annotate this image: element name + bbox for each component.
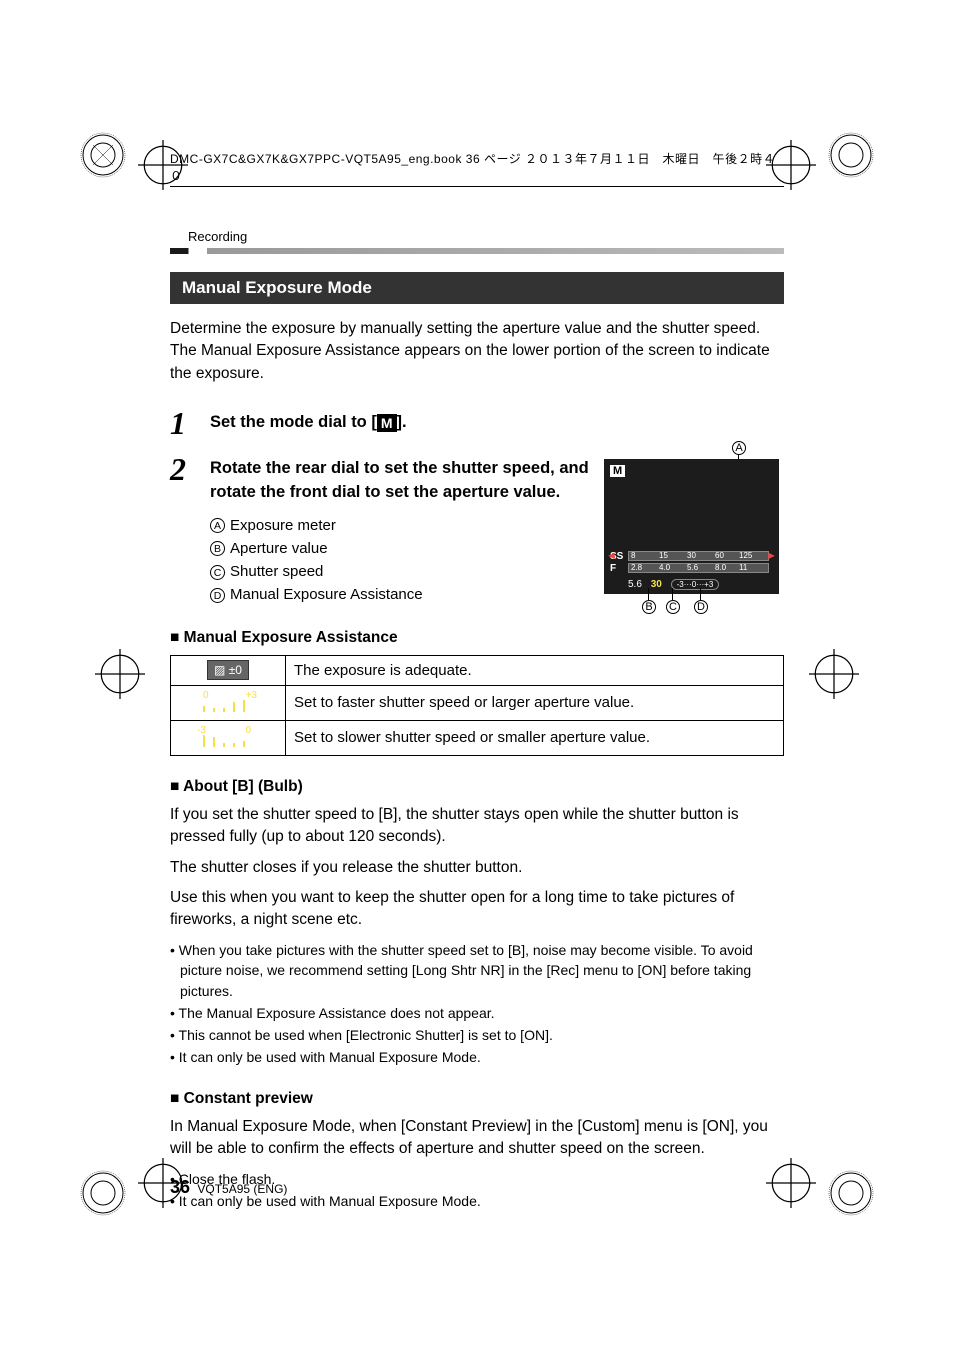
- lcd-shutter-value: 30: [651, 579, 662, 590]
- page-number: 36: [170, 1177, 190, 1197]
- assist-icon-over: 0+3: [171, 685, 286, 720]
- callout-marker-d: D: [694, 600, 708, 614]
- bulb-paragraph: If you set the shutter speed to [B], the…: [170, 804, 784, 849]
- bulb-bullet: This cannot be used when [Electronic Shu…: [170, 1025, 784, 1045]
- callout-line: [672, 588, 673, 600]
- callout-b-label: Aperture value: [230, 540, 328, 557]
- doc-code: VQT5A95 (ENG): [197, 1182, 287, 1196]
- assist-icon-adequate: ▨ ±0: [171, 655, 286, 685]
- step-2-list: A Exposure meter B Aperture value C Shutter…: [210, 514, 592, 607]
- lcd-ss-scale: 8 15 30 60 125: [628, 551, 769, 561]
- print-mark-icon: [809, 649, 859, 699]
- assist-row-text: The exposure is adequate.: [286, 655, 784, 685]
- callout-a-icon: A: [210, 518, 225, 533]
- callout-c-label: Shutter speed: [230, 563, 323, 580]
- page-footer: 36 VQT5A95 (ENG): [170, 1177, 287, 1198]
- print-mark-icon: [826, 1168, 876, 1218]
- lcd-f-scale: 2.8 4.0 5.6 8.0 11: [628, 563, 769, 573]
- arrow-left-icon: ◄: [606, 550, 617, 562]
- step-1: 1 Set the mode dial to [M].: [170, 407, 784, 439]
- bulb-bullet: When you take pictures with the shutter …: [170, 940, 784, 1001]
- callout-marker-c: C: [666, 600, 680, 614]
- bulb-paragraph: Use this when you want to keep the shutt…: [170, 887, 784, 932]
- lcd-bottom-values: 5.6 30 -3···0···+3: [628, 579, 719, 590]
- mode-m-icon: M: [377, 414, 397, 432]
- lcd-f-label: F: [610, 563, 616, 574]
- step-1-title-pre: Set the mode dial to [: [210, 413, 377, 431]
- lcd-f-value: 5.6: [628, 579, 642, 590]
- bulb-bullet: It can only be used with Manual Exposure…: [170, 1047, 784, 1067]
- section-label: Recording: [170, 229, 784, 244]
- assist-row-text: Set to slower shutter speed or smaller a…: [286, 720, 784, 755]
- assist-heading: Manual Exposure Assistance: [170, 629, 784, 647]
- callout-line: [648, 588, 649, 600]
- camera-display-figure: A M SS 8 15 30 60 125 F 2.8 4.0: [604, 453, 784, 606]
- callout-a-label: Exposure meter: [230, 517, 336, 534]
- assist-table: ▨ ±0 The exposure is adequate. 0+3 Set t…: [170, 655, 784, 756]
- callout-d-icon: D: [210, 588, 225, 603]
- preview-heading: Constant preview: [170, 1090, 784, 1108]
- step-2-title: Rotate the rear dial to set the shutter …: [210, 457, 592, 503]
- step-1-title-post: ].: [397, 413, 407, 431]
- arrow-right-icon: ►: [766, 550, 777, 562]
- callout-marker-b: B: [642, 600, 656, 614]
- step-number: 2: [170, 453, 198, 606]
- section-divider: [170, 248, 784, 254]
- print-mark-icon: [78, 1168, 128, 1218]
- bulb-paragraph: The shutter closes if you release the sh…: [170, 857, 784, 879]
- step-2: 2 Rotate the rear dial to set the shutte…: [170, 453, 784, 606]
- assist-icon-under: -30: [171, 720, 286, 755]
- assist-row-text: Set to faster shutter speed or larger ap…: [286, 685, 784, 720]
- print-mark-icon: [78, 130, 128, 180]
- bulb-heading: About [B] (Bulb): [170, 778, 784, 796]
- callout-c-icon: C: [210, 565, 225, 580]
- lcd-mode-label: M: [610, 465, 625, 477]
- intro-paragraph: Determine the exposure by manually setti…: [170, 318, 784, 385]
- print-mark-icon: [826, 130, 876, 180]
- lcd-meter-icon: -3···0···+3: [671, 579, 720, 590]
- bulb-bullet: The Manual Exposure Assistance does not …: [170, 1003, 784, 1023]
- mode-title-bar: Manual Exposure Mode: [170, 272, 784, 304]
- page-content: DMC-GX7C&GX7K&GX7PPC-VQT5A95_eng.book 36…: [170, 150, 784, 1198]
- camera-lcd: M SS 8 15 30 60 125 F 2.8 4.0 5.6 8.0: [604, 459, 779, 594]
- callout-line: [700, 588, 701, 600]
- print-header-line: DMC-GX7C&GX7K&GX7PPC-VQT5A95_eng.book 36…: [170, 150, 784, 187]
- preview-paragraph: In Manual Exposure Mode, when [Constant …: [170, 1116, 784, 1161]
- print-mark-icon: [95, 649, 145, 699]
- callout-b-icon: B: [210, 541, 225, 556]
- callout-marker-a: A: [732, 441, 746, 455]
- step-number: 1: [170, 407, 198, 439]
- callout-d-label: Manual Exposure Assistance: [230, 586, 423, 603]
